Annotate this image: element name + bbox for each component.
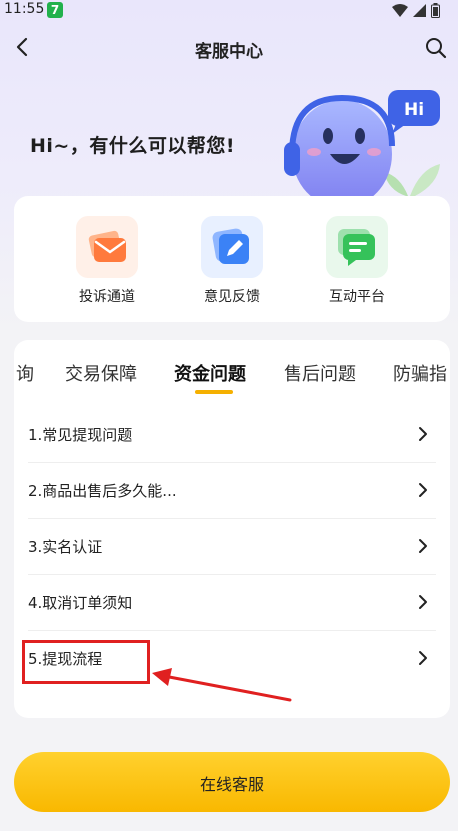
faq-item[interactable]: 1.常见提现问题 <box>28 406 436 463</box>
status-time: 11:55 <box>4 1 45 17</box>
complaint-envelope-icon <box>76 216 138 278</box>
tab-fund-issues[interactable]: 资金问题 <box>174 360 246 386</box>
annotation-arrow <box>152 668 292 702</box>
hi-bubble-text: Hi <box>404 100 424 120</box>
faq-item-label: 4.取消订单须知 <box>28 594 133 612</box>
faq-item[interactable]: 3.实名认证 <box>28 518 436 575</box>
quick-action-label: 互动平台 <box>329 289 385 305</box>
signal-icon <box>413 4 426 17</box>
quick-action-interaction[interactable]: 互动平台 <box>312 216 402 306</box>
chevron-right-icon <box>419 427 427 441</box>
chat-bubble-icon <box>326 216 388 278</box>
online-service-button[interactable]: 在线客服 <box>14 752 450 812</box>
system-icons <box>392 3 440 18</box>
battery-icon <box>431 3 440 18</box>
tab-anti-fraud[interactable]: 防骗指 <box>393 360 447 386</box>
online-service-label: 在线客服 <box>199 777 264 794</box>
quick-action-label: 意见反馈 <box>204 289 260 305</box>
faq-item-label: 2.商品出售后多久能... <box>28 482 177 500</box>
quick-action-label: 投诉通道 <box>79 289 135 305</box>
chevron-right-icon <box>419 483 427 497</box>
tab-trade-guarantee[interactable]: 交易保障 <box>65 360 137 386</box>
tab-inquiry[interactable]: 询 <box>16 360 34 386</box>
faq-item[interactable]: 4.取消订单须知 <box>28 574 436 631</box>
notification-app-icon: 7 <box>47 2 63 18</box>
mascot-illustration: Hi <box>284 90 440 204</box>
chevron-right-icon <box>419 651 427 665</box>
top-bar: 客服中心 <box>0 28 458 68</box>
wifi-icon <box>392 4 408 17</box>
faq-item-label: 1.常见提现问题 <box>28 426 133 444</box>
quick-action-feedback[interactable]: 意见反馈 <box>187 216 277 306</box>
feedback-pencil-icon <box>201 216 263 278</box>
search-icon[interactable] <box>424 36 448 60</box>
quick-actions-card: 投诉通道 意见反馈 互动平台 <box>14 196 450 322</box>
faq-item[interactable]: 2.商品出售后多久能... <box>28 462 436 519</box>
active-tab-indicator <box>195 390 233 394</box>
quick-action-complaint[interactable]: 投诉通道 <box>62 216 152 306</box>
tab-after-sales[interactable]: 售后问题 <box>284 360 356 386</box>
category-tabs: 询 交易保障 资金问题 售后问题 防骗指 <box>14 340 450 396</box>
status-bar: 11:55 7 <box>0 0 458 22</box>
chevron-right-icon <box>419 539 427 553</box>
faq-item-label: 3.实名认证 <box>28 538 103 556</box>
chevron-right-icon <box>419 595 427 609</box>
annotation-highlight-box <box>22 640 150 684</box>
page-title: 客服中心 <box>195 42 263 62</box>
greeting-text: Hi~，有什么可以帮您! <box>30 135 235 157</box>
